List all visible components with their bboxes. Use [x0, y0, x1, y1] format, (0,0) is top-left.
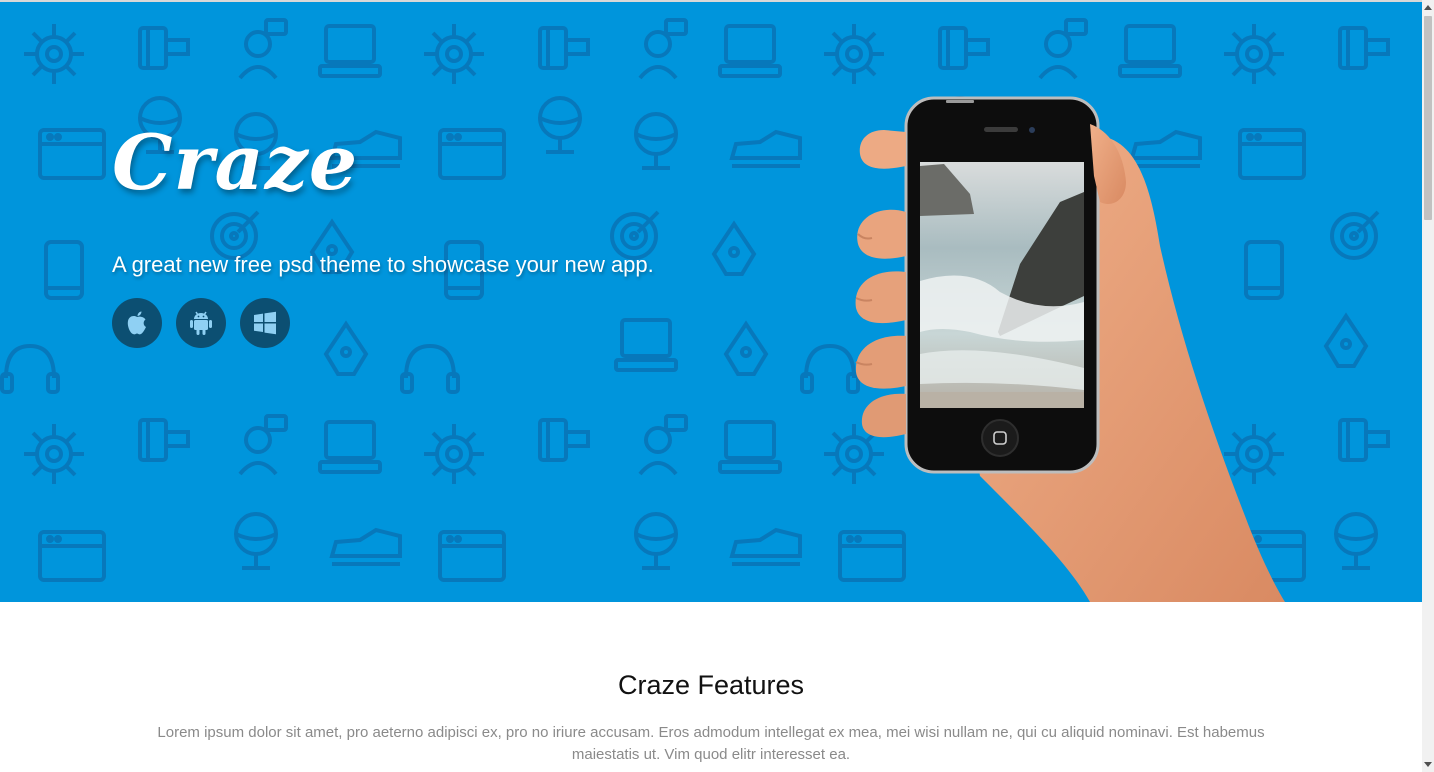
- brand-logo: Craze: [112, 118, 359, 207]
- features-section: Craze Features Lorem ipsum dolor sit ame…: [0, 602, 1422, 772]
- arrow-down-icon: [1424, 762, 1432, 767]
- features-description: Lorem ipsum dolor sit amet, pro aeterno …: [157, 724, 1265, 763]
- apple-icon: [127, 311, 146, 335]
- scrollbar-thumb[interactable]: [1424, 16, 1432, 220]
- android-store-button[interactable]: [176, 298, 226, 348]
- hero-section: Craze A great new free psd theme to show…: [0, 0, 1422, 602]
- features-title: Craze Features: [617, 670, 805, 700]
- vertical-scrollbar[interactable]: [1422, 0, 1434, 772]
- apple-store-button[interactable]: [112, 298, 162, 348]
- arrow-up-icon: [1424, 5, 1432, 10]
- scroll-down-arrow[interactable]: [1422, 758, 1434, 772]
- windows-icon: [254, 311, 276, 335]
- windows-store-button[interactable]: [240, 298, 290, 348]
- app-store-buttons: [112, 298, 290, 348]
- page: Craze A great new free psd theme to show…: [0, 0, 1422, 772]
- android-icon: [190, 311, 212, 335]
- scroll-up-arrow[interactable]: [1422, 0, 1434, 14]
- hero-tagline: A great new free psd theme to showcase y…: [112, 252, 654, 277]
- hand-holding-phone-image: [855, 96, 1285, 602]
